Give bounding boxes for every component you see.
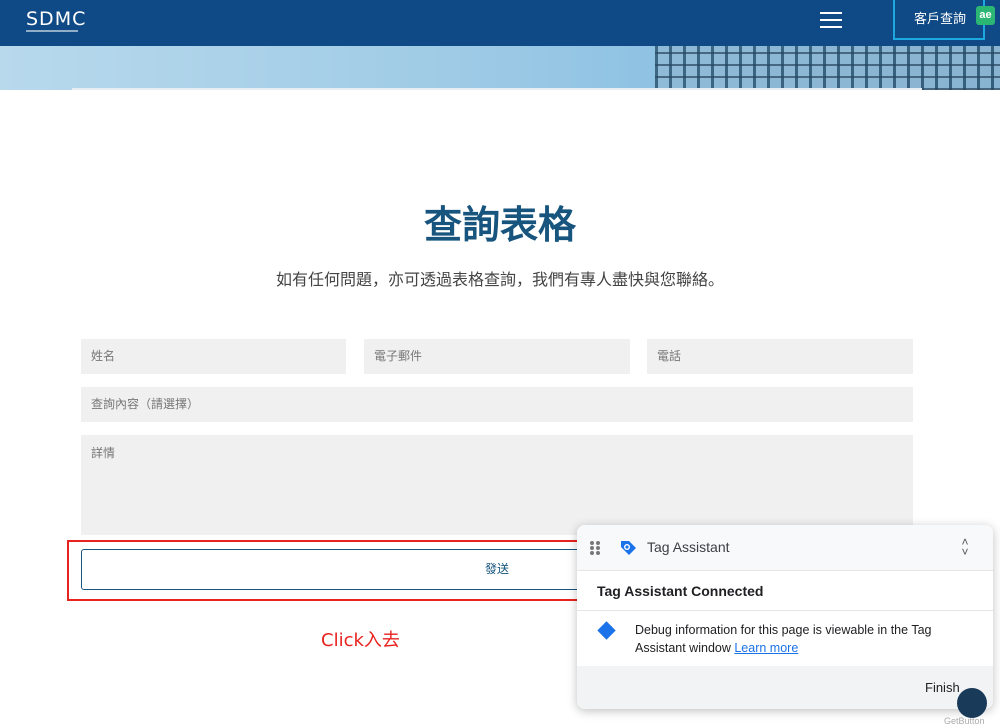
site-header: SDMC 客戶查詢 ae	[0, 0, 1000, 46]
getbutton-label: GetButton	[944, 716, 985, 726]
banner-divider	[72, 88, 922, 90]
inquiry-type-select[interactable]: 查詢內容（請選擇）	[81, 387, 913, 422]
phone-field[interactable]: 電話	[647, 339, 913, 374]
collapse-icon[interactable]: ˄ ˅	[958, 536, 972, 558]
page-title: 查詢表格	[423, 203, 576, 247]
page-subtitle: 如有任何問題，亦可透過表格查詢，我們有專人盡快與您聯絡。	[275, 270, 724, 289]
banner-building-floors	[655, 46, 1000, 90]
learn-more-link[interactable]: Learn more	[734, 641, 798, 655]
tag-assistant-title: Tag Assistant	[647, 539, 730, 555]
details-textarea[interactable]: 詳情	[81, 435, 913, 535]
name-field[interactable]: 姓名	[81, 339, 346, 374]
connection-status: Tag Assistant Connected	[597, 583, 764, 599]
browser-extension-icon[interactable]: ae	[976, 6, 995, 25]
tag-assistant-panel: Tag Assistant ˄ ˅ Tag Assistant Connected…	[577, 525, 993, 709]
chat-widget-button[interactable]	[957, 688, 987, 718]
finish-button[interactable]: Finish	[925, 680, 960, 695]
tag-assistant-logo-icon	[621, 541, 636, 555]
annotation-highlight-box	[67, 540, 579, 601]
info-diamond-icon	[597, 621, 616, 640]
logo-tagline-line	[26, 30, 78, 32]
drag-handle-icon[interactable]	[590, 541, 600, 555]
debug-message: Debug information for this page is viewa…	[635, 621, 975, 657]
site-logo[interactable]: SDMC	[26, 8, 86, 30]
client-inquiry-button[interactable]: 客戶查詢	[893, 0, 985, 40]
tag-assistant-header: Tag Assistant ˄ ˅	[577, 525, 993, 571]
menu-icon[interactable]	[820, 12, 842, 30]
email-field[interactable]: 電子郵件	[364, 339, 630, 374]
annotation-click-note: Click入去	[321, 630, 400, 651]
panel-divider	[577, 610, 993, 611]
